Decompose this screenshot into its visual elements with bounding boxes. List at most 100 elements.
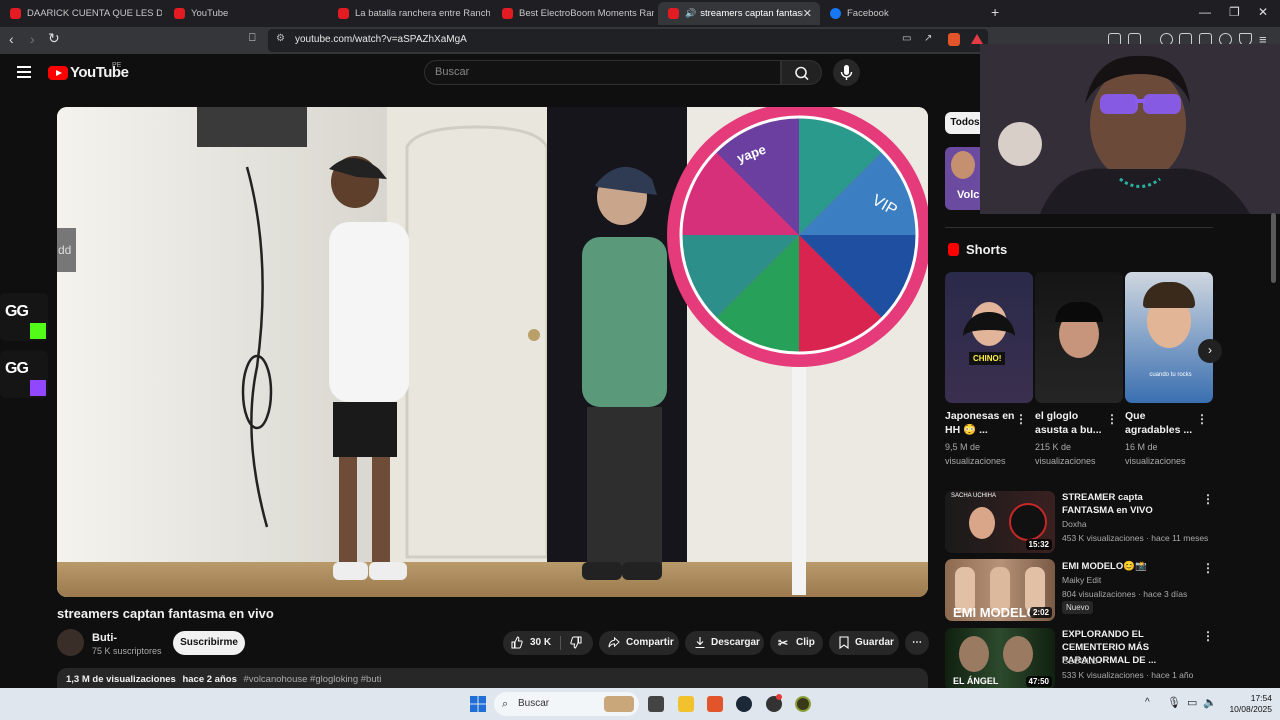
short-thumbnail[interactable] xyxy=(1035,272,1123,403)
like-button[interactable]: 30 K xyxy=(503,631,560,655)
more-icon[interactable]: ⋮ xyxy=(1015,412,1027,426)
taskbar-clock[interactable]: 17:54 10/08/2025 xyxy=(1222,693,1272,715)
browser-tab[interactable]: Best ElectroBoom Moments Ranked xyxy=(492,2,654,25)
taskbar-search[interactable]: ⌕ Buscar xyxy=(494,692,639,716)
forward-icon[interactable]: › xyxy=(30,31,35,47)
share-label: Compartir xyxy=(626,637,674,648)
gg-twitch-badge: GG xyxy=(0,350,48,398)
thumbs-down-icon xyxy=(570,636,582,649)
close-tab-icon[interactable]: ✕ xyxy=(803,7,812,20)
file-explorer-icon[interactable] xyxy=(678,696,694,712)
brave-browser-icon[interactable] xyxy=(707,696,723,712)
new-tab-button[interactable]: + xyxy=(991,4,999,20)
back-icon[interactable]: ‹ xyxy=(9,31,14,47)
short-caption: CHINO! xyxy=(969,352,1006,365)
related-thumbnail[interactable]: SACHA UCHIHA 15:32 xyxy=(945,491,1055,553)
more-icon[interactable]: ⋮ xyxy=(1196,412,1208,426)
voice-search-button[interactable] xyxy=(833,59,860,86)
short-thumbnail[interactable]: cuando tu rocks xyxy=(1125,272,1213,403)
related-channel[interactable]: GLOGLO+ xyxy=(1062,656,1103,666)
thumbnail-text: SACHA UCHIHA xyxy=(951,493,997,499)
short-title[interactable]: Japonesas en HH 😳 ... xyxy=(945,409,1015,437)
more-actions-button[interactable]: ⋯ xyxy=(905,631,929,655)
video-duration: 2:02 xyxy=(1029,607,1052,618)
video-player[interactable]: VIP yape xyxy=(57,107,928,597)
search-input[interactable]: Buscar xyxy=(424,60,781,85)
youtube-icon xyxy=(668,8,679,19)
more-icon[interactable]: ⋮ xyxy=(1202,629,1214,643)
section-divider xyxy=(945,227,1213,228)
app-icon[interactable] xyxy=(795,696,811,712)
browser-tab[interactable]: La batalla ranchera entre Rancho chi xyxy=(328,2,490,25)
more-icon[interactable]: ⋮ xyxy=(1202,561,1214,575)
short-thumbnail[interactable]: CHINO! xyxy=(945,272,1033,403)
twitch-icon xyxy=(30,380,46,396)
brave-shield-icon[interactable] xyxy=(948,33,960,46)
microphone-icon[interactable]: 🎙 xyxy=(1167,696,1181,709)
thumbnail-portal xyxy=(1009,503,1047,541)
short-views: 215 K de visualizaciones xyxy=(1035,442,1096,466)
related-title[interactable]: STREAMER capta FANTASMA en VIVO xyxy=(1062,491,1196,517)
address-bar[interactable]: ⚙ youtube.com/watch?v=aSPAZhXaMgA ▭ ↗ xyxy=(268,29,988,52)
gg-kick-badge: GG xyxy=(0,293,48,341)
short-views: 16 M de visualizaciones xyxy=(1125,442,1186,466)
page-scrollbar[interactable] xyxy=(1271,213,1276,283)
channel-avatar[interactable] xyxy=(57,629,84,656)
window-close-icon[interactable]: ✕ xyxy=(1258,5,1268,19)
volume-icon[interactable]: 🔈 xyxy=(1203,696,1217,709)
bookmark-icon[interactable]: ⎕ xyxy=(249,32,256,45)
share-page-icon[interactable]: ↗ xyxy=(924,33,932,44)
youtube-header: YouTube PE Buscar xyxy=(0,54,980,92)
cast-icon[interactable]: ▭ xyxy=(902,33,911,44)
save-button[interactable]: Guardar xyxy=(829,631,899,655)
restore-icon[interactable]: ❐ xyxy=(1229,5,1240,19)
youtube-icon xyxy=(10,8,21,19)
chevron-up-icon[interactable]: ^ xyxy=(1145,697,1150,708)
reload-icon[interactable]: ↻ xyxy=(48,30,60,47)
task-view-icon[interactable] xyxy=(648,696,664,712)
youtube-logo-icon[interactable] xyxy=(48,66,68,80)
network-icon[interactable]: ▭ xyxy=(1187,696,1197,709)
related-channel[interactable]: Maiky Edit xyxy=(1062,575,1101,585)
dislike-button[interactable] xyxy=(561,631,593,655)
overlay-side-tab: dd xyxy=(57,228,76,272)
youtube-icon xyxy=(502,8,513,19)
related-meta: 453 K visualizaciones · hace 11 meses xyxy=(1062,533,1209,543)
more-icon[interactable]: ⋮ xyxy=(1106,412,1118,426)
shorts-next-button[interactable]: › xyxy=(1198,339,1222,363)
clock-date: 10/08/2025 xyxy=(1229,704,1272,714)
search-button[interactable] xyxy=(781,60,822,85)
related-thumbnail-partial[interactable]: Volc xyxy=(945,147,980,210)
related-meta: 804 visualizaciones · hace 3 días xyxy=(1062,589,1188,599)
search-highlight-icon xyxy=(604,696,634,712)
brave-rewards-icon[interactable] xyxy=(971,34,983,44)
site-info-icon[interactable]: ⚙ xyxy=(276,33,285,44)
browser-tab-active[interactable]: 🔊 streamers captan fantasma en ✕ xyxy=(658,2,820,25)
tab-title: DAARICK CUENTA QUE LES DIJO A S xyxy=(27,8,162,19)
steam-icon[interactable] xyxy=(736,696,752,712)
hashtags[interactable]: #volcanohouse #glogloking #buti xyxy=(244,674,382,685)
related-thumbnail[interactable]: EMI MODELO 2:02 xyxy=(945,559,1055,621)
related-title[interactable]: EMI MODELO😊📸 xyxy=(1062,560,1196,573)
clip-button[interactable]: ✂ Clip xyxy=(770,631,823,655)
subscribe-button[interactable]: Suscribirme xyxy=(173,631,245,655)
related-channel[interactable]: Doxha xyxy=(1062,519,1087,529)
related-thumbnail[interactable]: EL ÁNGEL 47:50 xyxy=(945,628,1055,690)
browser-tab[interactable]: Facebook xyxy=(820,2,982,25)
more-icon[interactable]: ⋮ xyxy=(1202,492,1214,506)
channel-name[interactable]: Buti- xyxy=(92,632,117,644)
hamburger-menu-icon[interactable] xyxy=(17,66,31,78)
save-label: Guardar xyxy=(855,637,894,648)
webcam-feed xyxy=(980,44,1280,214)
minimize-icon[interactable]: — xyxy=(1199,5,1211,19)
windows-start-icon[interactable] xyxy=(470,696,486,712)
browser-tab[interactable]: YouTube xyxy=(164,2,326,25)
chip-all[interactable]: Todos xyxy=(945,112,985,134)
short-title[interactable]: Que agradables ... xyxy=(1125,409,1195,437)
gg-logo-text: GG xyxy=(5,303,29,320)
download-button[interactable]: Descargar xyxy=(685,631,764,655)
short-title[interactable]: el gloglo asusta a bu... xyxy=(1035,409,1105,437)
share-button[interactable]: Compartir xyxy=(599,631,679,655)
thumbnail-face xyxy=(959,636,989,672)
browser-tab[interactable]: DAARICK CUENTA QUE LES DIJO A S xyxy=(0,2,162,25)
